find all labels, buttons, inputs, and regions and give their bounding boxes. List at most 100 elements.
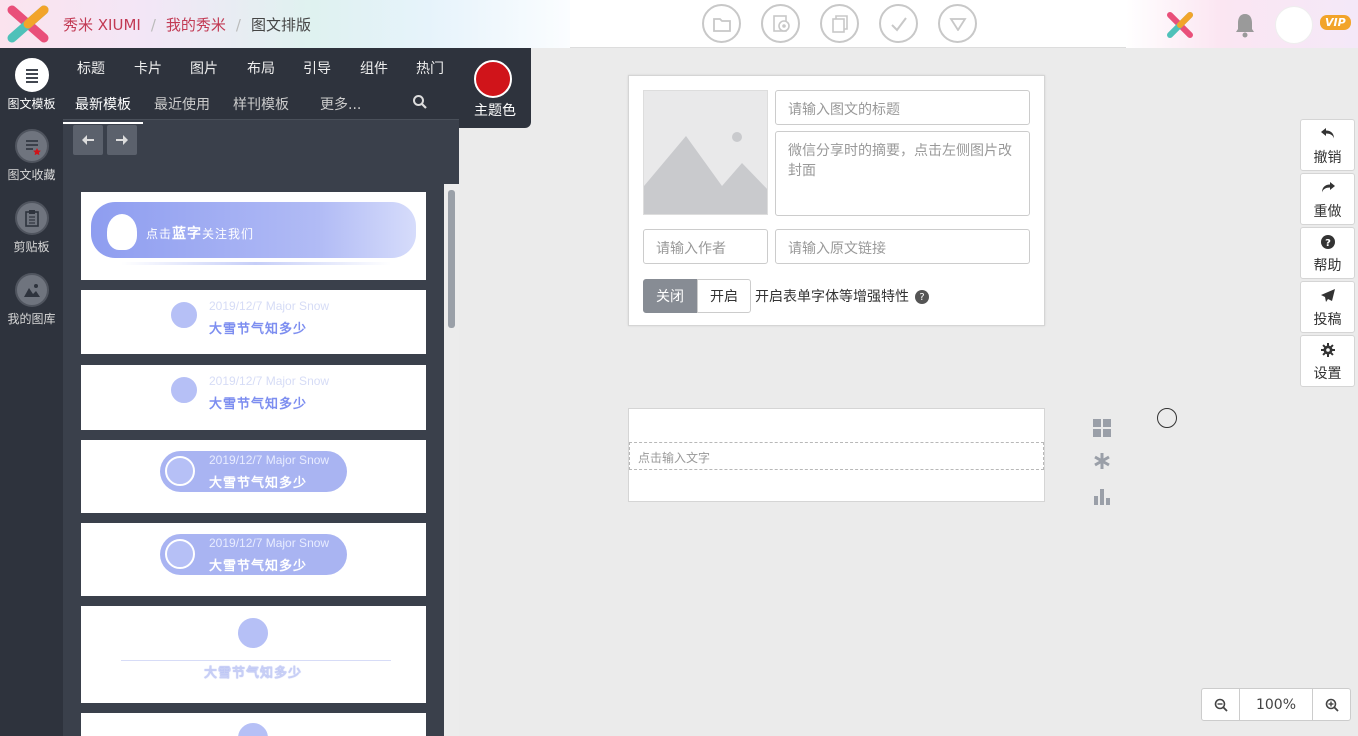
preview-icon[interactable] (761, 4, 800, 43)
enhance-label: 开启表单字体等增强特性? (755, 286, 929, 306)
sidebar-item-favorites[interactable]: 图文收藏 (0, 129, 63, 183)
theme-color-swatch[interactable] (474, 60, 512, 98)
settings-button[interactable]: 设置 (1300, 335, 1355, 387)
tree-icon (236, 721, 270, 736)
tab-recent[interactable]: 最近使用 (154, 94, 210, 114)
next-page-button[interactable] (107, 125, 137, 155)
tab-component[interactable]: 组件 (360, 58, 388, 78)
enhance-on-button[interactable]: 开启 (697, 279, 751, 313)
template-item[interactable]: 2019/12/7 Major Snow 大雪节气知多少 (81, 523, 426, 596)
tab-layout[interactable]: 布局 (247, 58, 275, 78)
favorite-icon (14, 129, 49, 163)
theme-color-label: 主题色 (474, 103, 516, 119)
asterisk-icon[interactable] (1090, 452, 1114, 486)
zoom-control: 100% (1201, 688, 1351, 721)
help-icon: ? (1301, 235, 1354, 253)
redo-button[interactable]: 重做 (1300, 173, 1355, 225)
template-item[interactable] (81, 713, 426, 736)
template-item[interactable]: 2019/12/7 Major Snow 大雪节气知多少 (81, 440, 426, 513)
submit-label: 投稿 (1313, 312, 1342, 328)
snowman-icon (236, 616, 270, 650)
tab-card[interactable]: 卡片 (134, 58, 162, 78)
scrollbar-thumb[interactable] (448, 190, 455, 328)
copy-icon[interactable] (820, 4, 859, 43)
mouse-cursor-icon (1157, 408, 1177, 428)
tab-image[interactable]: 图片 (190, 58, 218, 78)
template-date: 2019/12/7 Major Snow (209, 536, 330, 550)
zoom-in-button[interactable] (1312, 689, 1350, 720)
breadcrumb-home[interactable]: 秀米 XIUMI (63, 14, 141, 35)
toolbar-icons (702, 4, 977, 43)
dropdown-icon[interactable] (938, 4, 977, 43)
prev-page-button[interactable] (73, 125, 103, 155)
author-input[interactable]: 请输入作者 (643, 229, 768, 264)
summary-input[interactable]: 微信分享时的摘要，点击左侧图片改封面 (775, 131, 1030, 216)
settings-label: 设置 (1313, 366, 1342, 382)
sidebar-item-templates[interactable]: 图文模板 (0, 58, 63, 112)
tab-hot[interactable]: 热门 (416, 58, 444, 78)
undo-button[interactable]: 撤销 (1300, 119, 1355, 171)
bell-icon[interactable] (1233, 12, 1257, 38)
template-scrollbar[interactable] (444, 184, 459, 736)
template-item[interactable]: 2019/12/7 Major Snow 大雪节气知多少 (81, 365, 426, 430)
folder-icon[interactable] (702, 4, 741, 43)
image-placeholder-icon (644, 132, 767, 214)
template-title: 大雪节气知多少 (209, 322, 308, 337)
list-icon (14, 58, 49, 92)
enhance-label-text: 开启表单字体等增强特性 (755, 289, 909, 305)
template-item[interactable]: 点击蓝字关注我们 (81, 192, 426, 280)
snowman-icon (169, 300, 199, 330)
sub-tabs: 最新模板 最近使用 样刊模板 更多... (63, 84, 459, 124)
sidebar-item-clipboard[interactable]: 剪贴板 (0, 201, 63, 255)
sidebar-item-label: 图文收藏 (7, 168, 56, 182)
grid-icon[interactable] (1090, 418, 1114, 452)
submit-button[interactable]: 投稿 (1300, 281, 1355, 333)
template-date: 2019/12/7 Major Snow (209, 299, 330, 313)
template-item[interactable]: 大雪节气知多少 (81, 606, 426, 703)
tab-sample[interactable]: 样刊模板 (233, 94, 289, 114)
enhance-off-button[interactable]: 关闭 (643, 279, 697, 313)
tab-guide[interactable]: 引导 (303, 58, 331, 78)
tab-title[interactable]: 标题 (77, 58, 105, 78)
xiumi-logo-icon[interactable] (6, 4, 50, 44)
avatar[interactable] (1275, 6, 1313, 44)
check-icon[interactable] (879, 4, 918, 43)
category-tabs: 标题 卡片 图片 布局 引导 组件 热门 (63, 48, 459, 84)
tab-latest[interactable]: 最新模板 (63, 94, 143, 124)
title-input[interactable]: 请输入图文的标题 (775, 90, 1030, 125)
send-icon (1301, 289, 1354, 307)
snowman-icon (107, 214, 137, 250)
redo-label: 重做 (1313, 204, 1342, 220)
sidebar-item-label: 我的图库 (7, 312, 56, 326)
editor-area[interactable]: 点击输入文字 (628, 408, 1045, 502)
undo-icon (1301, 127, 1354, 145)
follow-text: 点击蓝字关注我们 (146, 226, 255, 242)
left-sidebar: 图文模板 图文收藏 剪贴板 我的图库 (0, 48, 63, 736)
zoom-out-button[interactable] (1202, 689, 1240, 720)
tab-more[interactable]: 更多... (320, 94, 361, 114)
zoom-in-icon (1325, 698, 1339, 712)
bar-chart-icon[interactable] (1090, 486, 1114, 520)
question-icon[interactable]: ? (915, 290, 929, 304)
tree-icon (165, 539, 195, 569)
breadcrumb-my-xiumi[interactable]: 我的秀米 (166, 14, 226, 35)
svg-text:?: ? (1325, 238, 1331, 249)
template-date: 2019/12/7 Major Snow (209, 453, 330, 467)
source-url-input[interactable]: 请输入原文链接 (775, 229, 1030, 264)
zoom-level: 100% (1255, 696, 1297, 713)
help-label: 帮助 (1313, 258, 1342, 274)
sidebar-item-gallery[interactable]: 我的图库 (0, 273, 63, 327)
search-icon[interactable] (412, 94, 428, 110)
image-library-icon (14, 273, 49, 307)
block-tools (1090, 418, 1114, 520)
zoom-out-icon (1214, 698, 1228, 712)
divider (121, 262, 391, 265)
xiumi-small-logo-icon[interactable] (1165, 10, 1195, 40)
theme-color-picker[interactable]: 主题色 (459, 48, 531, 128)
help-button[interactable]: ? 帮助 (1300, 227, 1355, 279)
cover-image[interactable] (643, 90, 768, 215)
top-bar: 秀米 XIUMI / 我的秀米 / 图文排版 VIP (0, 0, 1358, 48)
divider (121, 660, 391, 661)
text-input-line[interactable]: 点击输入文字 (629, 442, 1044, 470)
template-item[interactable]: 2019/12/7 Major Snow 大雪节气知多少 (81, 290, 426, 354)
